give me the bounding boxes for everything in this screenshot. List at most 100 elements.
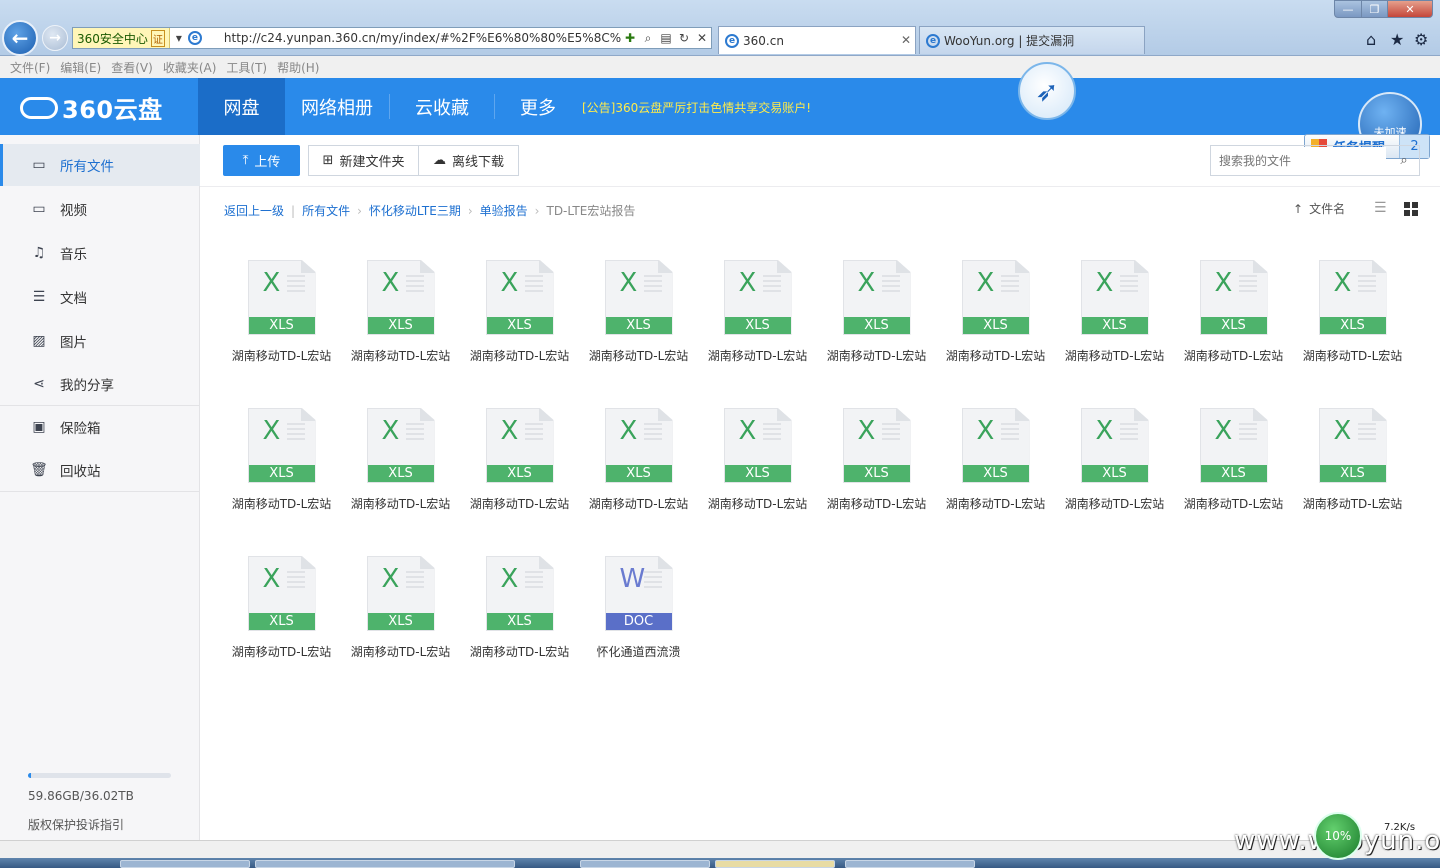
minimize-button[interactable]: — <box>1334 0 1362 18</box>
file-item[interactable]: X XLS 湖南移动TD-L宏站 <box>460 546 579 670</box>
file-item[interactable]: X XLS 湖南移动TD-L宏站 <box>698 250 817 374</box>
back-button[interactable]: ← <box>2 20 38 56</box>
file-name[interactable]: 湖南移动TD-L宏站 <box>345 643 457 660</box>
file-name[interactable]: 湖南移动TD-L宏站 <box>821 495 933 512</box>
file-item[interactable]: X XLS 湖南移动TD-L宏站 <box>460 250 579 374</box>
breadcrumb-item[interactable]: 怀化移动LTE三期 <box>369 202 461 219</box>
tab-wooyun[interactable]: e WooYun.org | 提交漏洞 <box>919 26 1145 54</box>
compat-icon[interactable]: ✚ <box>623 31 637 45</box>
home-icon[interactable]: ⌂ <box>1366 30 1376 49</box>
sidebar-item-all-files[interactable]: ▭ 所有文件 <box>0 144 200 186</box>
file-name[interactable]: 湖南移动TD-L宏站 <box>226 643 338 660</box>
file-name[interactable]: 湖南移动TD-L宏站 <box>1178 495 1290 512</box>
file-name[interactable]: 湖南移动TD-L宏站 <box>1178 347 1290 364</box>
security-badge[interactable]: 360安全中心证 <box>73 28 170 48</box>
file-item[interactable]: X XLS 湖南移动TD-L宏站 <box>579 250 698 374</box>
file-name[interactable]: 湖南移动TD-L宏站 <box>464 495 576 512</box>
sort-by-name[interactable]: ↑ 文件名 <box>1293 200 1345 217</box>
bird-mascot-icon[interactable]: ➶ <box>1018 62 1076 120</box>
file-name[interactable]: 湖南移动TD-L宏站 <box>821 347 933 364</box>
grid-view-icon[interactable] <box>1404 202 1418 216</box>
new-folder-button[interactable]: ⊞ 新建文件夹 <box>308 145 419 176</box>
search-icon[interactable]: ⌕ <box>1389 153 1419 168</box>
taskbar-button[interactable] <box>255 860 515 868</box>
file-item[interactable]: X XLS 湖南移动TD-L宏站 <box>222 250 341 374</box>
file-name[interactable]: 湖南移动TD-L宏站 <box>940 495 1052 512</box>
nav-cloud-favorites[interactable]: 云收藏 <box>390 78 494 135</box>
maximize-button[interactable]: ❐ <box>1361 0 1388 18</box>
close-tab-icon[interactable]: ✕ <box>901 33 911 47</box>
search-icon[interactable]: ⌕ <box>641 31 655 46</box>
upload-button[interactable]: ⤒ 上传 <box>223 145 300 176</box>
sidebar-item-safe[interactable]: ▣ 保险箱 <box>0 406 200 448</box>
close-window-button[interactable]: ✕ <box>1387 0 1433 18</box>
file-item[interactable]: X XLS 湖南移动TD-L宏站 <box>579 398 698 522</box>
file-name[interactable]: 湖南移动TD-L宏站 <box>226 495 338 512</box>
nav-netdisk[interactable]: 网盘 <box>198 78 285 135</box>
file-item[interactable]: X XLS 湖南移动TD-L宏站 <box>1293 398 1412 522</box>
sidebar-item-video[interactable]: ▭ 视频 <box>0 188 200 230</box>
file-item[interactable]: X XLS 湖南移动TD-L宏站 <box>698 398 817 522</box>
file-name[interactable]: 湖南移动TD-L宏站 <box>940 347 1052 364</box>
file-item[interactable]: X XLS 湖南移动TD-L宏站 <box>1055 250 1174 374</box>
file-item[interactable]: X XLS 湖南移动TD-L宏站 <box>222 398 341 522</box>
file-name[interactable]: 湖南移动TD-L宏站 <box>702 347 814 364</box>
file-name[interactable]: 湖南移动TD-L宏站 <box>1297 495 1409 512</box>
file-item[interactable]: W DOC 怀化通道西流溃 <box>579 546 698 670</box>
notice-text[interactable]: [公告]360云盘严厉打击色情共享交易账户! <box>582 99 811 116</box>
file-item[interactable]: X XLS 湖南移动TD-L宏站 <box>341 546 460 670</box>
favorites-star-icon[interactable]: ★ <box>1390 30 1404 49</box>
file-item[interactable]: X XLS 湖南移动TD-L宏站 <box>817 398 936 522</box>
file-name[interactable]: 湖南移动TD-L宏站 <box>583 347 695 364</box>
file-name[interactable]: 湖南移动TD-L宏站 <box>226 347 338 364</box>
menu-help[interactable]: 帮助(H) <box>277 59 319 76</box>
refresh-icon[interactable]: ↻ <box>677 31 691 45</box>
forward-button[interactable]: → <box>42 25 68 51</box>
file-item[interactable]: X XLS 湖南移动TD-L宏站 <box>936 398 1055 522</box>
file-name[interactable]: 湖南移动TD-L宏站 <box>345 495 457 512</box>
address-bar[interactable]: 360安全中心证 ▾ e http://c24.yunpan.360.cn/my… <box>72 27 712 49</box>
file-name[interactable]: 湖南移动TD-L宏站 <box>583 495 695 512</box>
breadcrumb-item[interactable]: 所有文件 <box>302 202 350 219</box>
menu-favorites[interactable]: 收藏夹(A) <box>163 59 217 76</box>
nav-photo-album[interactable]: 网络相册 <box>285 78 389 135</box>
sidebar-item-recycle-bin[interactable]: 🗑 回收站 <box>0 449 200 491</box>
file-name[interactable]: 湖南移动TD-L宏站 <box>702 495 814 512</box>
taskbar-button[interactable] <box>120 860 250 868</box>
sidebar-item-my-share[interactable]: ⋖ 我的分享 <box>0 363 200 405</box>
file-item[interactable]: X XLS 湖南移动TD-L宏站 <box>936 250 1055 374</box>
file-name[interactable]: 湖南移动TD-L宏站 <box>464 643 576 660</box>
file-name[interactable]: 湖南移动TD-L宏站 <box>345 347 457 364</box>
file-name[interactable]: 湖南移动TD-L宏站 <box>464 347 576 364</box>
menu-tools[interactable]: 工具(T) <box>226 59 267 76</box>
offline-download-button[interactable]: ☁ 离线下载 <box>418 145 519 176</box>
file-item[interactable]: X XLS 湖南移动TD-L宏站 <box>222 546 341 670</box>
file-item[interactable]: X XLS 湖南移动TD-L宏站 <box>341 250 460 374</box>
taskbar-button[interactable] <box>580 860 710 868</box>
breadcrumb-item[interactable]: 单验报告 <box>480 202 528 219</box>
dropdown-icon[interactable]: ▾ <box>172 31 186 45</box>
taskbar-button[interactable] <box>845 860 975 868</box>
sidebar-item-documents[interactable]: ☰ 文档 <box>0 276 200 318</box>
file-item[interactable]: X XLS 湖南移动TD-L宏站 <box>341 398 460 522</box>
file-name[interactable]: 湖南移动TD-L宏站 <box>1297 347 1409 364</box>
file-name[interactable]: 怀化通道西流溃 <box>583 643 695 660</box>
stop-icon[interactable]: ✕ <box>695 31 709 45</box>
sidebar-item-images[interactable]: ▨ 图片 <box>0 320 200 362</box>
file-item[interactable]: X XLS 湖南移动TD-L宏站 <box>1293 250 1412 374</box>
breadcrumb-back[interactable]: 返回上一级 <box>224 202 284 219</box>
list-view-icon[interactable]: ☰ <box>1374 201 1388 216</box>
compat-view-icon[interactable]: ▤ <box>659 31 673 45</box>
taskbar-button[interactable] <box>715 860 835 868</box>
search-input[interactable] <box>1211 146 1386 175</box>
file-item[interactable]: X XLS 湖南移动TD-L宏站 <box>1174 398 1293 522</box>
file-name[interactable]: 湖南移动TD-L宏站 <box>1059 347 1171 364</box>
sidebar-item-music[interactable]: ♫ 音乐 <box>0 232 200 274</box>
file-item[interactable]: X XLS 湖南移动TD-L宏站 <box>817 250 936 374</box>
file-item[interactable]: X XLS 湖南移动TD-L宏站 <box>1055 398 1174 522</box>
nav-more[interactable]: 更多 <box>495 78 581 135</box>
menu-view[interactable]: 查看(V) <box>111 59 153 76</box>
copyright-link[interactable]: 版权保护投诉指引 <box>28 816 124 833</box>
gear-icon[interactable]: ⚙ <box>1414 30 1428 49</box>
file-item[interactable]: X XLS 湖南移动TD-L宏站 <box>1174 250 1293 374</box>
